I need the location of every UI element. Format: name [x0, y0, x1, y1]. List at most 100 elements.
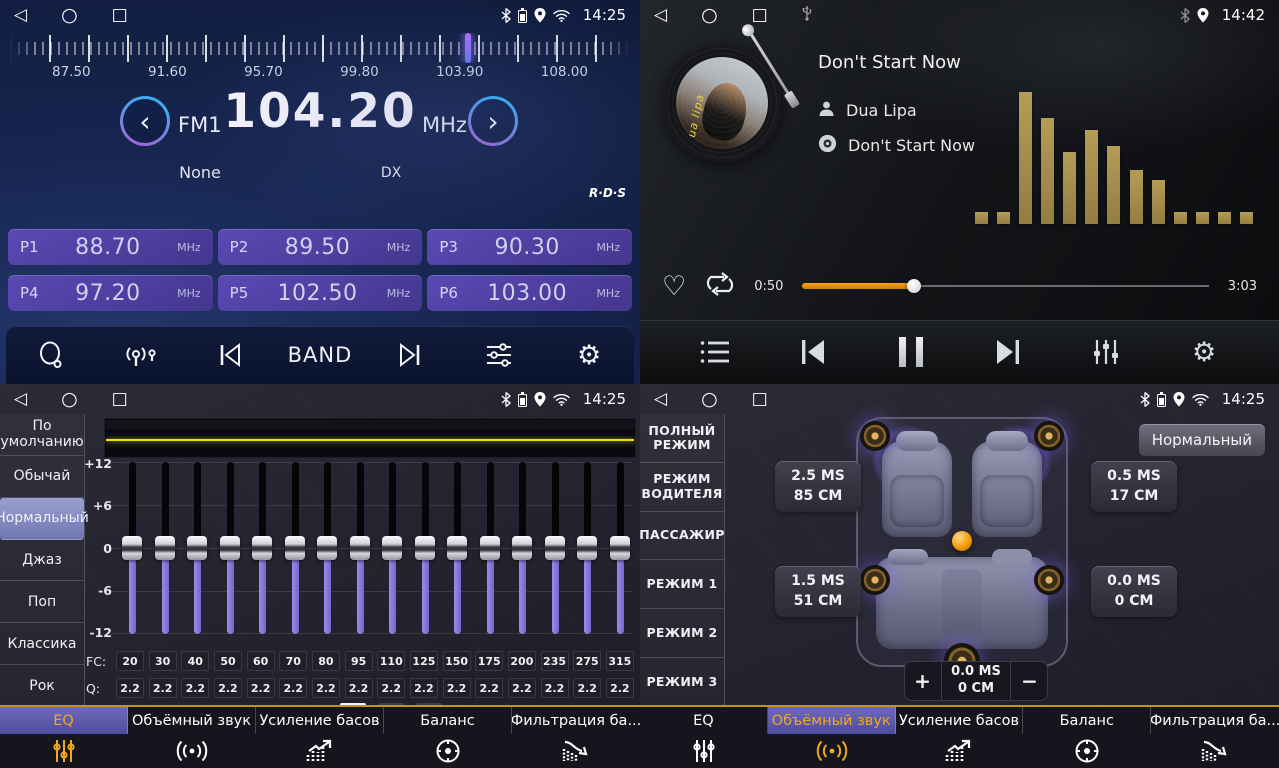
tab-filter[interactable]: Фильтрация ба... — [1151, 707, 1279, 768]
listening-mode-item[interactable]: РЕЖИМ ВОДИТЕЛЯ — [640, 463, 724, 512]
tab-bass-boost[interactable]: Усиление басов — [896, 707, 1024, 768]
fc-value[interactable]: 70 — [279, 651, 307, 671]
slider-thumb[interactable] — [545, 536, 565, 560]
slider-thumb[interactable] — [122, 536, 142, 560]
tab-eq[interactable]: EQ — [0, 707, 128, 768]
tab-balance[interactable]: Баланс — [384, 707, 512, 768]
q-value[interactable]: 2.2 — [116, 678, 144, 698]
fc-value[interactable]: 235 — [541, 651, 569, 671]
slider-thumb[interactable] — [512, 536, 532, 560]
fc-value[interactable]: 40 — [181, 651, 209, 671]
tab-filter[interactable]: Фильтрация ба... — [512, 707, 640, 768]
eq-band-slider[interactable] — [512, 462, 532, 634]
slider-thumb[interactable] — [350, 536, 370, 560]
eq-band-slider[interactable] — [415, 462, 435, 634]
tune-down-button[interactable]: ‹ — [120, 96, 170, 146]
tab-balance[interactable]: Баланс — [1023, 707, 1151, 768]
delay-increase-button[interactable]: + — [904, 661, 941, 701]
slider-thumb[interactable] — [382, 536, 402, 560]
eq-band-slider[interactable] — [610, 462, 630, 634]
preset-button[interactable]: P6 103.00 MHz — [427, 275, 632, 311]
fc-value[interactable]: 110 — [377, 651, 405, 671]
eq-band-slider[interactable] — [285, 462, 305, 634]
eq-band-slider[interactable] — [122, 462, 142, 634]
eq-preset-item[interactable]: Джаз — [0, 540, 84, 582]
listening-mode-item[interactable]: РЕЖИМ 3 — [640, 658, 724, 707]
next-track-button[interactable] — [975, 328, 1041, 376]
listening-mode-item[interactable]: ПАССАЖИР — [640, 512, 724, 561]
settings-gear-icon[interactable]: ⚙ — [1171, 328, 1237, 376]
recents-icon[interactable]: □ — [112, 391, 128, 408]
fc-value[interactable]: 20 — [116, 651, 144, 671]
tuning-dial[interactable] — [10, 33, 630, 63]
rear-left-speaker-icon[interactable] — [860, 565, 890, 595]
fc-value[interactable]: 30 — [149, 651, 177, 671]
eq-preset-item[interactable]: Нормальный — [0, 498, 84, 540]
fc-value[interactable]: 150 — [443, 651, 471, 671]
tune-up-button[interactable]: › — [468, 96, 518, 146]
back-icon[interactable]: ◁ — [654, 7, 667, 24]
eq-band-slider[interactable] — [317, 462, 337, 634]
listener-position-marker[interactable] — [952, 531, 972, 551]
previous-station-button[interactable] — [198, 333, 262, 377]
fc-value[interactable]: 80 — [312, 651, 340, 671]
tab-bass-boost[interactable]: Усиление басов — [256, 707, 384, 768]
next-station-button[interactable] — [378, 333, 442, 377]
q-value[interactable]: 2.2 — [345, 678, 373, 698]
q-value[interactable]: 2.2 — [508, 678, 536, 698]
repeat-icon[interactable] — [704, 271, 736, 301]
front-right-speaker-icon[interactable] — [1034, 421, 1064, 451]
q-value[interactable]: 2.2 — [606, 678, 634, 698]
pause-button[interactable] — [878, 328, 944, 376]
preset-button[interactable]: P4 97.20 MHz — [8, 275, 213, 311]
slider-thumb[interactable] — [187, 536, 207, 560]
listening-mode-item[interactable]: ПОЛНЫЙ РЕЖИМ — [640, 414, 724, 463]
q-value[interactable]: 2.2 — [312, 678, 340, 698]
home-icon[interactable]: ○ — [701, 6, 718, 25]
slider-thumb[interactable] — [577, 536, 597, 560]
eq-band-slider[interactable] — [577, 462, 597, 634]
q-value[interactable]: 2.2 — [377, 678, 405, 698]
listening-mode-item[interactable]: РЕЖИМ 1 — [640, 560, 724, 609]
fc-value[interactable]: 200 — [508, 651, 536, 671]
delay-decrease-button[interactable]: − — [1011, 661, 1048, 701]
eq-preset-item[interactable]: По умолчанию — [0, 414, 84, 456]
eq-sliders-button[interactable] — [467, 333, 531, 377]
eq-band-slider[interactable] — [252, 462, 272, 634]
back-icon[interactable]: ◁ — [654, 391, 667, 408]
eq-band-slider[interactable] — [220, 462, 240, 634]
eq-preset-item[interactable]: Обычай — [0, 456, 84, 498]
rear-left-delay-button[interactable]: 1.5 MS 51 CM — [775, 566, 861, 617]
recents-icon[interactable]: □ — [752, 7, 768, 24]
sound-preset-button[interactable]: Нормальный — [1139, 424, 1265, 456]
seek-thumb[interactable] — [907, 279, 921, 293]
fc-value[interactable]: 95 — [345, 651, 373, 671]
preset-button[interactable]: P2 89.50 MHz — [218, 229, 423, 265]
q-value[interactable]: 2.2 — [443, 678, 471, 698]
listening-mode-item[interactable]: РЕЖИМ 2 — [640, 609, 724, 658]
fc-value[interactable]: 315 — [606, 651, 634, 671]
slider-thumb[interactable] — [252, 536, 272, 560]
q-value[interactable]: 2.2 — [573, 678, 601, 698]
eq-preset-item[interactable]: Классика — [0, 623, 84, 665]
preset-button[interactable]: P3 90.30 MHz — [427, 229, 632, 265]
recents-icon[interactable]: □ — [112, 7, 128, 24]
back-icon[interactable]: ◁ — [14, 7, 27, 24]
home-icon[interactable]: ○ — [701, 390, 718, 409]
eq-band-slider[interactable] — [447, 462, 467, 634]
slider-thumb[interactable] — [415, 536, 435, 560]
fc-value[interactable]: 50 — [214, 651, 242, 671]
eq-band-slider[interactable] — [480, 462, 500, 634]
previous-track-button[interactable] — [780, 328, 846, 376]
front-left-speaker-icon[interactable] — [860, 421, 890, 451]
preset-button[interactable]: P5 102.50 MHz — [218, 275, 423, 311]
home-icon[interactable]: ○ — [61, 6, 78, 25]
q-value[interactable]: 2.2 — [181, 678, 209, 698]
seek-bar[interactable] — [802, 279, 1209, 293]
home-icon[interactable]: ○ — [61, 390, 78, 409]
eq-band-slider[interactable] — [382, 462, 402, 634]
rear-right-delay-button[interactable]: 0.0 MS 0 CM — [1091, 566, 1177, 617]
eq-band-slider[interactable] — [350, 462, 370, 634]
fc-value[interactable]: 125 — [410, 651, 438, 671]
audio-mixer-button[interactable] — [1073, 328, 1139, 376]
